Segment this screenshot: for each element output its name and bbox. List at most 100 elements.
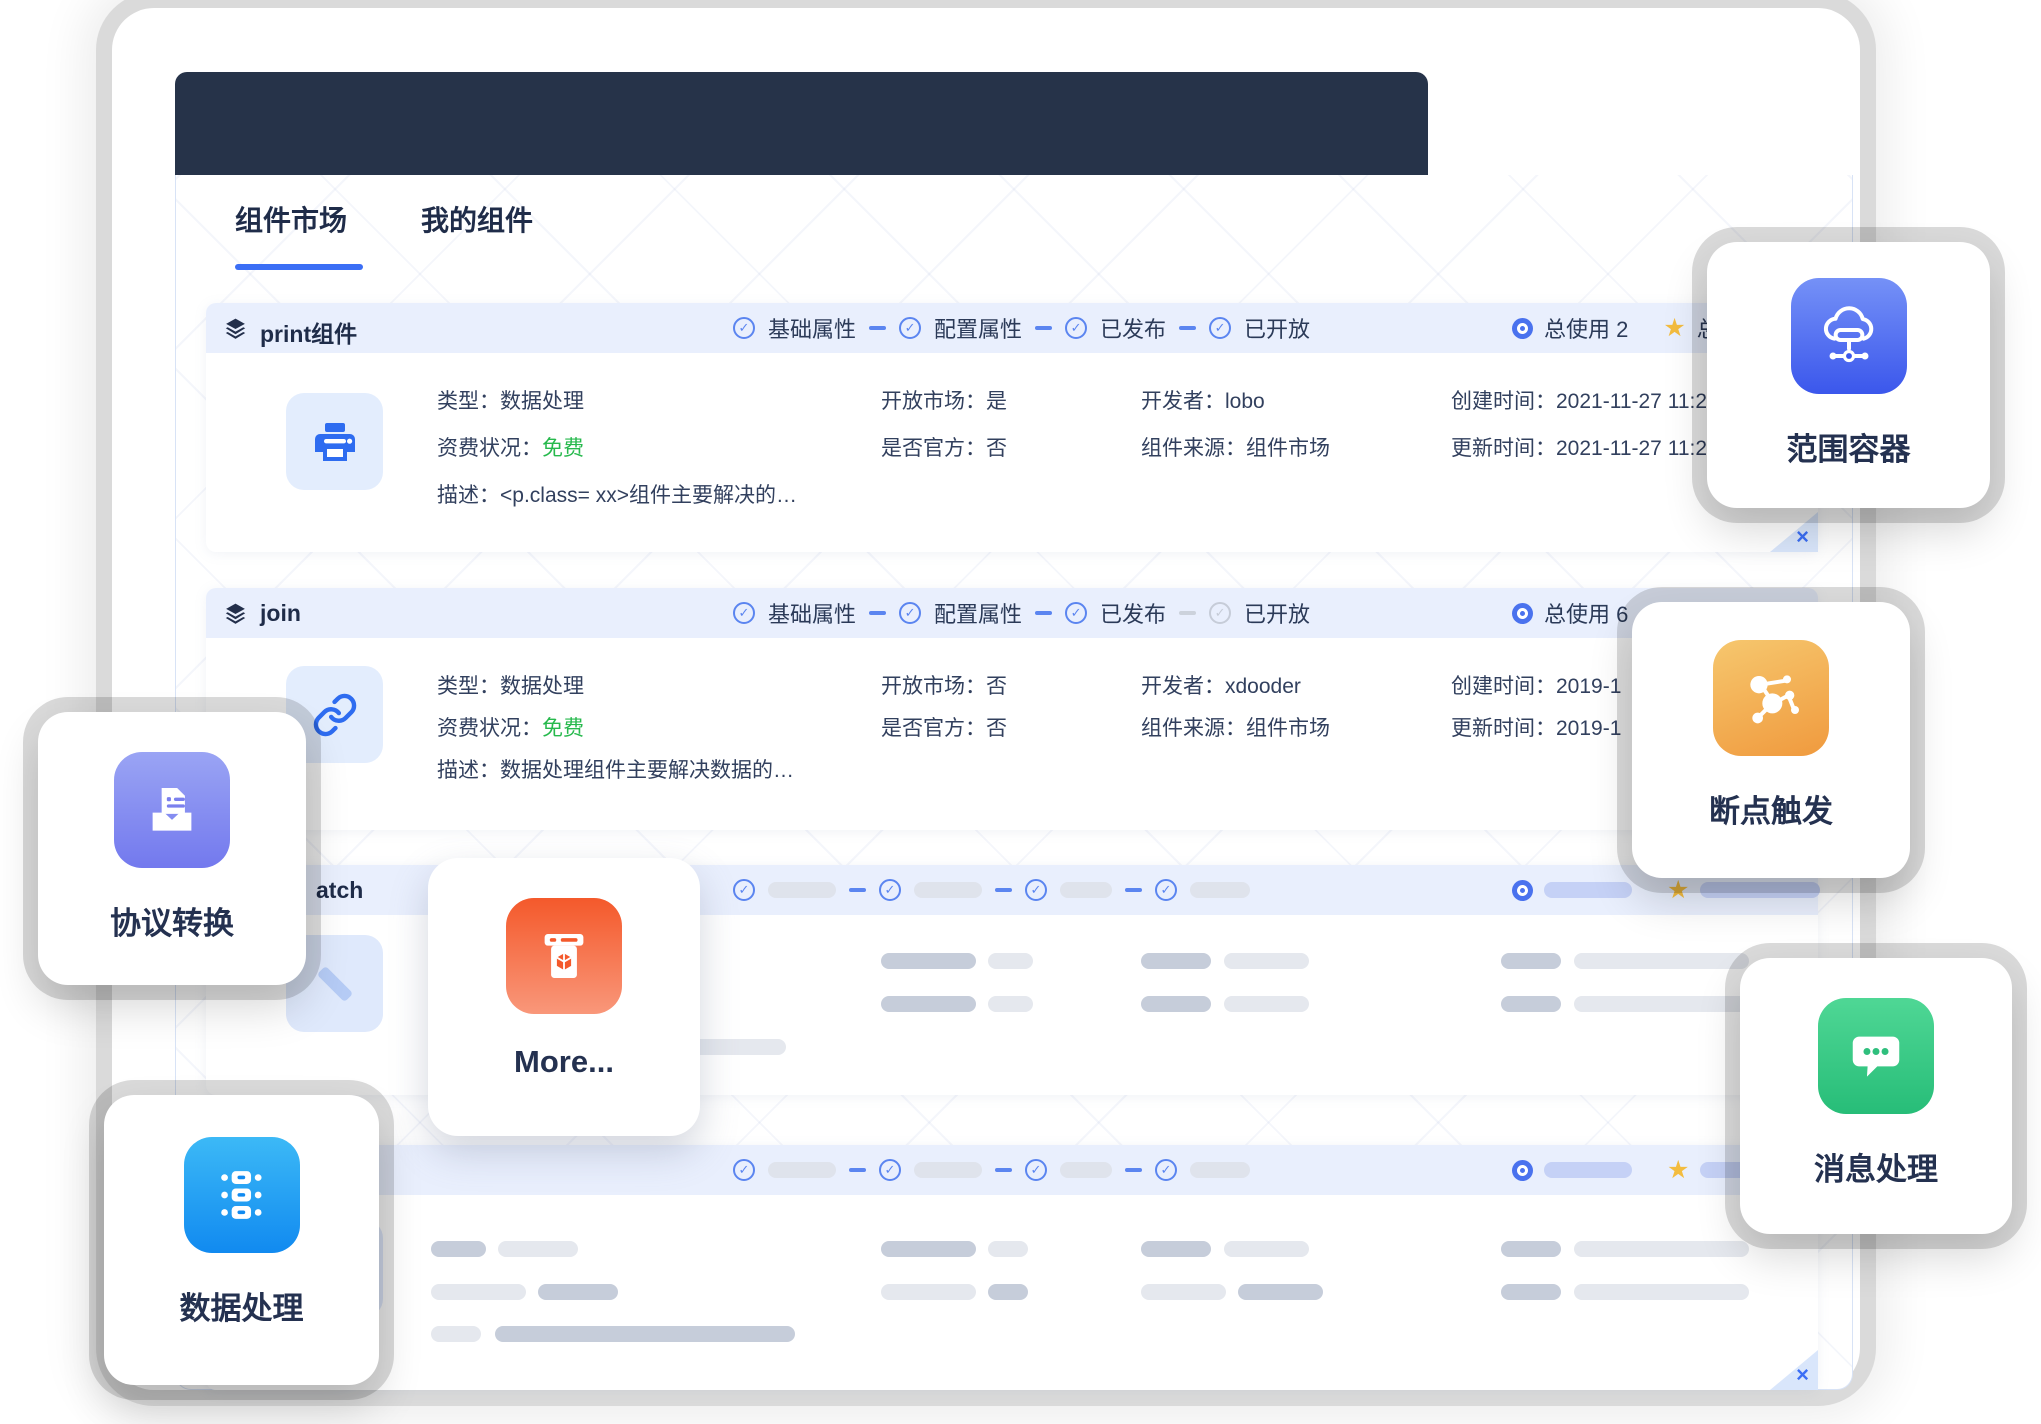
- skeleton-pill: [1501, 953, 1561, 969]
- step-dash: [1125, 1168, 1142, 1172]
- field-created: 创建时间：2019-1: [1451, 670, 1621, 700]
- check-icon: ✓: [1025, 879, 1047, 901]
- check-icon: ✓: [733, 602, 755, 624]
- step-dash: [1125, 888, 1142, 892]
- skeleton-pill: [1141, 996, 1211, 1012]
- layers-icon: [223, 601, 248, 626]
- check-icon: ✓: [1065, 602, 1087, 624]
- component-icon-tile: [286, 393, 383, 490]
- skeleton-pill: [768, 882, 836, 898]
- check-icon: ✓: [1155, 879, 1177, 901]
- skeleton-pill: [1238, 1284, 1323, 1300]
- skeleton-pill: [1544, 882, 1632, 898]
- status-steps-skeleton: ✓ ✓ ✓ ✓: [733, 865, 1250, 915]
- feature-label: 协议转换: [110, 898, 234, 943]
- step-label: 已发布: [1100, 597, 1166, 629]
- step-dash: [995, 888, 1012, 892]
- check-icon: ✓: [1209, 602, 1231, 624]
- usage-eye-icon: [1512, 880, 1533, 901]
- step-dash: [1179, 326, 1196, 330]
- step-dash: [849, 1168, 866, 1172]
- field-created: 创建时间：2021-11-27 11:2: [1451, 385, 1707, 415]
- step-dash: [849, 888, 866, 892]
- skeleton-pill: [1141, 1284, 1226, 1300]
- field-fee: 资费状况：免费: [437, 432, 584, 462]
- tab-my-components[interactable]: 我的组件: [421, 199, 533, 239]
- check-icon: ✓: [899, 602, 921, 624]
- field-updated: 更新时间：2021-11-27 11:2: [1451, 432, 1707, 462]
- card-title-fragment: atch: [316, 877, 363, 904]
- skeleton-pill: [498, 1241, 578, 1257]
- rating-star-icon: ★: [1667, 878, 1689, 903]
- card-close-fold[interactable]: ×: [1770, 1350, 1818, 1390]
- data-blocks-icon: [184, 1137, 300, 1253]
- feature-card-protocol-conversion[interactable]: 协议转换: [38, 712, 306, 985]
- step-dash: [995, 1168, 1012, 1172]
- ruler-pen-icon: [309, 958, 361, 1010]
- status-steps-skeleton: ✓ ✓ ✓ ✓: [733, 1145, 1250, 1195]
- feature-label: 消息处理: [1814, 1144, 1938, 1189]
- feature-label: 数据处理: [180, 1283, 304, 1328]
- skeleton-pill: [1574, 953, 1749, 969]
- check-icon: ✓: [879, 1159, 901, 1181]
- component-card-print[interactable]: print组件 ✓ 基础属性 ✓ 配置属性 ✓ 已发布 ✓ 已开放 总使用 2 …: [206, 303, 1818, 552]
- skeleton-pill: [1190, 882, 1250, 898]
- skeleton-pill: [881, 996, 976, 1012]
- step-label: 已开放: [1244, 597, 1310, 629]
- skeleton-pill: [1574, 1241, 1749, 1257]
- step-label: 基础属性: [768, 597, 856, 629]
- check-icon: ✓: [879, 879, 901, 901]
- skeleton-pill: [881, 953, 976, 969]
- skeleton-pill: [1501, 996, 1561, 1012]
- window-titlebar: [175, 72, 1428, 175]
- field-developer: 开发者：lobo: [1141, 385, 1265, 415]
- component-card-join[interactable]: join ✓ 基础属性 ✓ 配置属性 ✓ 已发布 ✓ 已开放 总使用 6 ★ 总…: [206, 588, 1818, 830]
- status-steps: ✓ 基础属性 ✓ 配置属性 ✓ 已发布 ✓ 已开放: [733, 588, 1310, 638]
- close-icon[interactable]: ×: [1796, 526, 1809, 548]
- skeleton-pill: [1224, 1241, 1309, 1257]
- cloud-network-icon: [1791, 278, 1907, 394]
- feature-card-data-processing[interactable]: 数据处理: [104, 1095, 379, 1385]
- skeleton-pill: [1224, 996, 1309, 1012]
- check-icon: ✓: [733, 1159, 755, 1181]
- chat-bubble-icon: [1818, 998, 1934, 1114]
- close-icon[interactable]: ×: [1796, 1364, 1809, 1386]
- step-label: 配置属性: [934, 597, 1022, 629]
- skeleton-pill: [495, 1326, 795, 1342]
- step-label: 基础属性: [768, 312, 856, 344]
- tab-component-market[interactable]: 组件市场: [235, 199, 347, 239]
- check-icon: ✓: [1025, 1159, 1047, 1181]
- skeleton-pill: [1700, 882, 1820, 898]
- rating-star-icon: ★: [1663, 316, 1685, 341]
- card-close-fold[interactable]: ×: [1770, 512, 1818, 552]
- skeleton-pill: [988, 1241, 1028, 1257]
- card-title: join: [260, 600, 301, 627]
- component-card-skeleton-2[interactable]: ✓ ✓ ✓ ✓ ★: [206, 1145, 1818, 1390]
- printer-icon: [311, 418, 359, 466]
- field-official: 是否官方：否: [881, 712, 1007, 742]
- field-type: 类型：数据处理: [437, 385, 584, 415]
- active-tab-underline: [235, 264, 363, 270]
- skeleton-pill: [988, 1284, 1028, 1300]
- skeleton-pill: [988, 953, 1033, 969]
- usage-eye-icon: [1512, 1160, 1533, 1181]
- feature-label: 范围容器: [1787, 424, 1911, 469]
- step-label: 已开放: [1244, 312, 1310, 344]
- skeleton-pill: [914, 1162, 982, 1178]
- skeleton-pill: [914, 882, 982, 898]
- feature-card-more[interactable]: More...: [428, 858, 700, 1136]
- field-fee: 资费状况：免费: [437, 712, 584, 742]
- feature-card-scope-container[interactable]: 范围容器: [1707, 242, 1990, 508]
- field-developer: 开发者：xdooder: [1141, 670, 1301, 700]
- feature-card-breakpoint-trigger[interactable]: 断点触发: [1632, 602, 1910, 878]
- content-panel: 组件市场 我的组件 print组件 ✓ 基础属性 ✓ 配置属性 ✓ 已发布: [175, 175, 1853, 1390]
- skeleton-pill: [431, 1241, 486, 1257]
- skeleton-pill: [881, 1241, 976, 1257]
- check-icon: ✓: [899, 317, 921, 339]
- molecule-icon: [1713, 640, 1829, 756]
- feature-card-message-processing[interactable]: 消息处理: [1740, 958, 2012, 1234]
- check-icon: ✓: [733, 317, 755, 339]
- skeleton-pill: [1141, 953, 1211, 969]
- step-label: 已发布: [1100, 312, 1166, 344]
- field-source: 组件来源：组件市场: [1141, 432, 1330, 462]
